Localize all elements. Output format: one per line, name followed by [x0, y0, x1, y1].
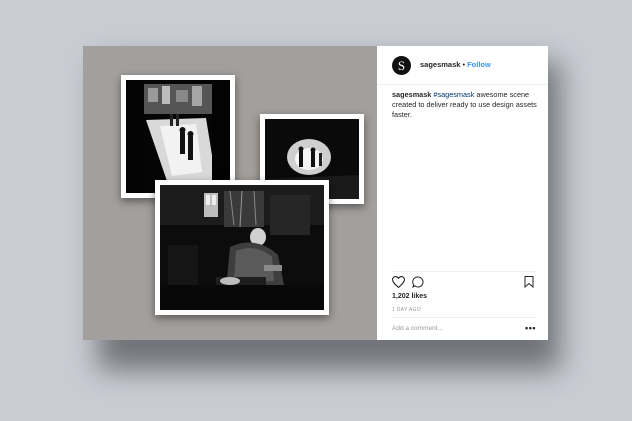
heart-icon[interactable]: [392, 276, 405, 288]
post-image[interactable]: [83, 46, 377, 340]
follow-button[interactable]: Follow: [467, 60, 491, 69]
post-caption: sagesmask #sagesmask awesome scene creat…: [392, 90, 540, 120]
actions-divider: [392, 271, 536, 272]
comment-icon[interactable]: [412, 276, 424, 288]
post-header: S sagesmask • Follow: [377, 46, 548, 85]
comment-input[interactable]: Add a comment...: [392, 325, 443, 332]
instagram-post-card: S sagesmask • Follow sagesmask #sagesmask …: [83, 46, 548, 340]
like-count[interactable]: 1,202 likes: [392, 293, 427, 300]
street-photo-image: [126, 80, 230, 193]
bookmark-icon[interactable]: [524, 276, 534, 288]
post-header-text: sagesmask • Follow: [420, 60, 491, 69]
comment-divider: [392, 317, 536, 318]
post-sidebar: S sagesmask • Follow sagesmask #sagesmask …: [377, 46, 548, 340]
avatar[interactable]: S: [392, 56, 411, 75]
caption-hashtag[interactable]: #sagesmask: [433, 90, 474, 99]
separator-dot: •: [462, 60, 466, 69]
username-link[interactable]: sagesmask: [420, 60, 460, 69]
blacksmith-photo-image: [160, 185, 324, 310]
caption-username[interactable]: sagesmask: [392, 90, 431, 99]
post-actions: [392, 276, 534, 290]
timestamp: 1 DAY AGO: [392, 307, 421, 313]
photo-blacksmith: [155, 180, 329, 315]
more-options-icon[interactable]: •••: [525, 323, 536, 333]
